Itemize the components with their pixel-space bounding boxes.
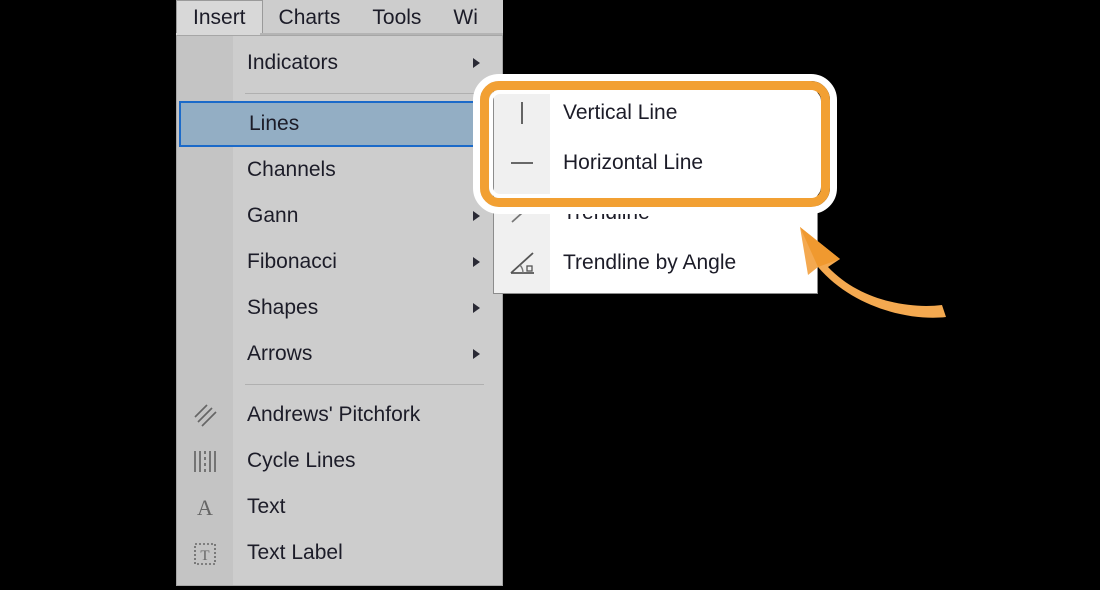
menu-tab-insert-label: Insert — [193, 6, 246, 29]
svg-text:T: T — [200, 548, 209, 564]
menu-tab-strip: Insert Charts Tools Wi — [176, 0, 494, 35]
menu-tab-charts-label: Charts — [278, 5, 341, 29]
menu-item-arrows-label: Arrows — [247, 342, 313, 365]
menu-tab-tools[interactable]: Tools — [356, 0, 437, 35]
submenu-item-trendline-by-angle[interactable]: Trendline by Angle — [494, 238, 817, 288]
submenu-chevron-right-icon — [473, 303, 480, 313]
menu-tab-insert[interactable]: Insert — [176, 0, 263, 35]
menu-item-text-label-label: Text Label — [247, 541, 343, 564]
cycle-lines-icon — [177, 438, 233, 484]
screenshot-root: Insert Charts Tools Wi Indicators Lines … — [0, 0, 1100, 590]
menu-item-channels-label: Channels — [247, 158, 336, 181]
vertical-line-icon — [494, 88, 550, 138]
menu-item-fibonacci-label: Fibonacci — [247, 250, 337, 273]
menu-item-cycle-lines-label: Cycle Lines — [247, 449, 356, 472]
menu-tab-window[interactable]: Wi — [437, 0, 494, 35]
menu-item-lines-icon-slot — [181, 101, 235, 147]
insert-dropdown-menu: Indicators Lines Channels Gann Fibonacci… — [176, 35, 503, 586]
menu-item-cycle-lines[interactable]: Cycle Lines — [177, 438, 502, 484]
submenu-item-trendline[interactable]: Trendline — [494, 188, 817, 238]
trendline-icon — [494, 188, 550, 238]
menu-tab-tools-label: Tools — [372, 5, 422, 29]
svg-text:A: A — [197, 495, 213, 520]
submenu-chevron-right-icon — [473, 58, 480, 68]
menu-item-shapes[interactable]: Shapes — [177, 285, 502, 331]
menu-item-text[interactable]: A Text — [177, 484, 502, 530]
menu-item-andrews-pitchfork[interactable]: Andrews' Pitchfork — [177, 392, 502, 438]
menu-item-lines-label: Lines — [249, 112, 300, 135]
menu-separator-bottom — [245, 384, 484, 385]
menu-item-shapes-label: Shapes — [247, 296, 319, 319]
menu-item-arrows-icon-slot — [177, 331, 233, 377]
menu-item-channels[interactable]: Channels — [177, 147, 502, 193]
pitchfork-icon — [177, 392, 233, 438]
submenu-item-trendline-by-angle-label: Trendline by Angle — [563, 251, 737, 274]
submenu-item-vertical-line-label: Vertical Line — [563, 101, 678, 124]
menu-item-gann-label: Gann — [247, 204, 299, 227]
submenu-item-list: Vertical Line Horizontal Line Trendline — [494, 85, 817, 288]
menu-separator-top — [245, 93, 484, 94]
submenu-chevron-right-icon — [473, 349, 480, 359]
menu-item-fibonacci-icon-slot — [177, 239, 233, 285]
menu-item-indicators[interactable]: Indicators — [177, 40, 502, 86]
menu-item-gann-icon-slot — [177, 193, 233, 239]
lines-submenu: Vertical Line Horizontal Line Trendline — [493, 84, 818, 294]
menu-item-lines[interactable]: Lines — [179, 101, 500, 147]
submenu-item-vertical-line[interactable]: Vertical Line — [494, 88, 817, 138]
menu-item-gann[interactable]: Gann — [177, 193, 502, 239]
submenu-item-horizontal-line[interactable]: Horizontal Line — [494, 138, 817, 188]
submenu-chevron-right-icon — [473, 257, 480, 267]
menu-tab-charts[interactable]: Charts — [263, 0, 357, 35]
text-a-icon: A — [177, 484, 233, 530]
menu-item-shapes-icon-slot — [177, 285, 233, 331]
menu-tab-window-label: Wi — [453, 5, 478, 29]
menu-item-text-label: Text — [247, 495, 286, 518]
menu-item-indicators-icon-slot — [177, 40, 233, 86]
submenu-chevron-right-icon — [473, 211, 480, 221]
text-label-icon: T — [177, 530, 233, 576]
submenu-item-trendline-label: Trendline — [563, 201, 650, 224]
menu-item-channels-icon-slot — [177, 147, 233, 193]
submenu-item-horizontal-line-label: Horizontal Line — [563, 151, 704, 174]
menu-item-indicators-label: Indicators — [247, 51, 339, 74]
horizontal-line-icon — [494, 138, 550, 188]
menu-item-text-label[interactable]: T Text Label — [177, 530, 502, 576]
menu-item-andrews-pitchfork-label: Andrews' Pitchfork — [247, 403, 421, 426]
menu-item-arrows[interactable]: Arrows — [177, 331, 502, 377]
menu-bar: Insert Charts Tools Wi — [176, 0, 503, 35]
menu-item-fibonacci[interactable]: Fibonacci — [177, 239, 502, 285]
submenu-chevron-right-icon — [473, 165, 480, 175]
trendline-by-angle-icon — [494, 238, 550, 288]
menu-item-list: Indicators Lines Channels Gann Fibonacci… — [177, 36, 502, 576]
